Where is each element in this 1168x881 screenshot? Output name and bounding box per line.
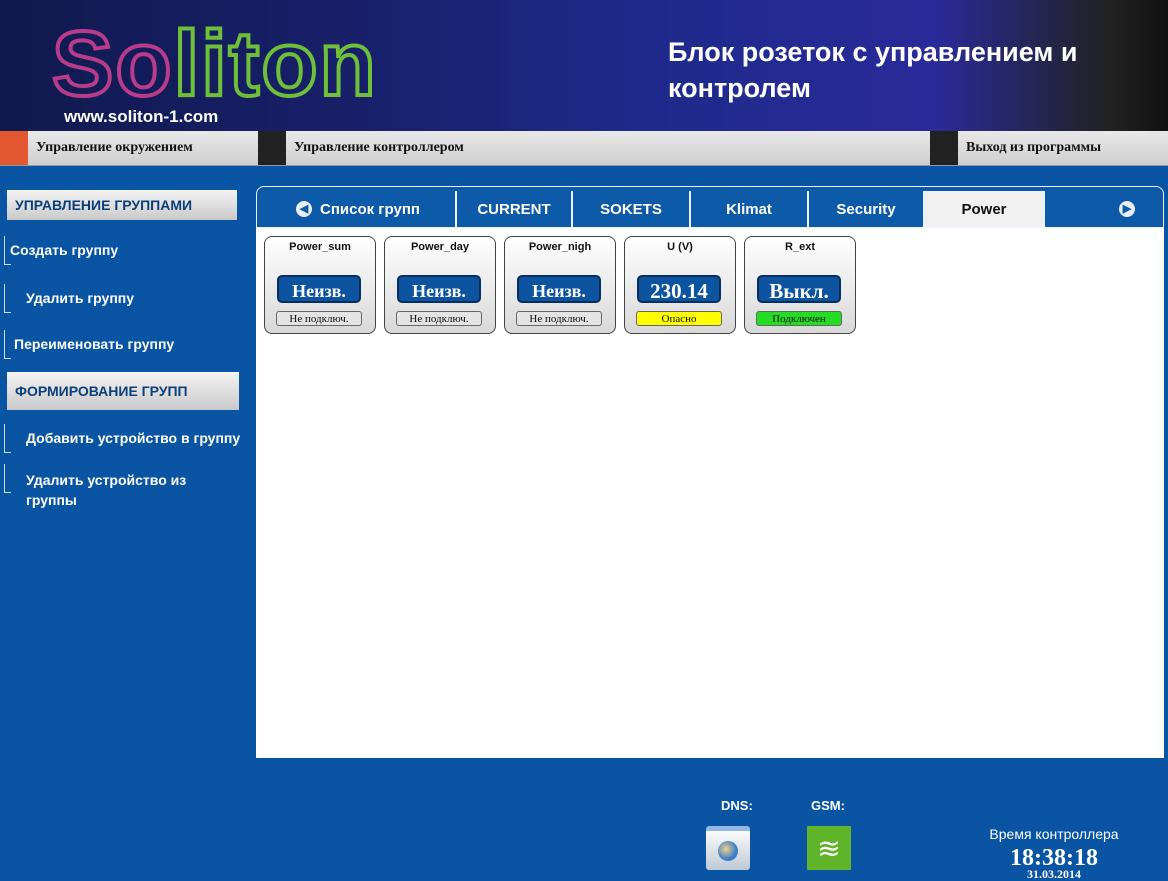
widget-label: R_ext: [785, 241, 815, 253]
widget-value: Выкл.: [757, 275, 841, 303]
tab-klimat[interactable]: Klimat: [691, 191, 809, 227]
widget-label: Power_nigh: [528, 241, 592, 253]
widget-r-ext[interactable]: R_ext Выкл. Подключен: [744, 236, 856, 334]
menu-label: Выход из программы: [966, 140, 1102, 155]
widget-status: Не подключ.: [396, 311, 482, 326]
menu-square-icon: [930, 131, 958, 165]
widget-voltage[interactable]: U (V) 230.14 Опасно: [624, 236, 736, 334]
widget-value: Неизв.: [277, 275, 361, 303]
site-url: www.soliton-1.com: [64, 107, 219, 126]
widget-label: Power_day: [410, 241, 470, 253]
tab-security[interactable]: Security: [809, 191, 925, 227]
dns-label: DNS:: [721, 798, 753, 813]
tab-label: Список групп: [320, 200, 420, 218]
menu-controller-control[interactable]: Управление контроллером: [258, 131, 464, 165]
controller-time-label: Время контроллера: [989, 826, 1119, 842]
sidebar-item-rename-group[interactable]: Переименовать группу: [0, 330, 256, 359]
widget-status: Не подключ.: [276, 311, 362, 326]
page-title: Блок розеток с управлением и контролем: [668, 37, 1078, 103]
wifi-signal-icon[interactable]: ≋: [807, 826, 851, 870]
globe-icon[interactable]: [706, 826, 750, 870]
tab-power[interactable]: Power: [925, 191, 1045, 227]
widget-power-day[interactable]: Power_day Неизв. Не подключ.: [384, 236, 496, 334]
widget-power-sum[interactable]: Power_sum Неизв. Не подключ.: [264, 236, 376, 334]
sidebar-item-delete-group[interactable]: Удалить группу: [0, 284, 256, 313]
widget-status: Опасно: [636, 311, 722, 326]
app-header: Soliton www.soliton-1.com Блок розеток с…: [0, 0, 1168, 131]
tab-groups-list[interactable]: ◀ Список групп: [261, 191, 457, 227]
sidebar-item-create-group[interactable]: Создать группу: [0, 236, 256, 265]
tab-current[interactable]: CURRENT: [457, 191, 573, 227]
widget-value: Неизв.: [397, 275, 481, 303]
sidebar-item-add-device[interactable]: Добавить устройство в группу: [0, 424, 256, 453]
arrow-right-icon[interactable]: ▶: [1119, 201, 1135, 217]
menu-label: Управление контроллером: [294, 140, 464, 155]
widget-value: 230.14: [637, 275, 721, 303]
sidebar: УПРАВЛЕНИЕ ГРУППАМИ Создать группу Удали…: [0, 190, 256, 510]
top-menu: Управление окружением Управление контрол…: [0, 131, 1168, 166]
tab-sokets[interactable]: SOKETS: [573, 191, 691, 227]
controller-date: 31.03.2014: [1027, 867, 1081, 881]
widget-status: Подключен: [756, 311, 842, 326]
soliton-logo: Soliton: [50, 13, 378, 115]
menu-square-icon: [258, 131, 286, 165]
menu-environment-control[interactable]: Управление окружением: [0, 131, 193, 165]
tab-bar: ◀ Список групп CURRENT SOKETS Klimat Sec…: [256, 186, 1164, 228]
widget-status: Не подключ.: [516, 311, 602, 326]
menu-exit-program[interactable]: Выход из программы: [930, 131, 1101, 165]
arrow-left-icon[interactable]: ◀: [296, 201, 313, 217]
menu-square-icon: [0, 131, 28, 165]
gsm-label: GSM:: [811, 798, 845, 813]
sidebar-item-remove-device[interactable]: Удалить устройство из группы: [0, 464, 216, 510]
menu-label: Управление окружением: [36, 140, 193, 155]
widget-power-night[interactable]: Power_nigh Неизв. Не подключ.: [504, 236, 616, 334]
widget-panel: Power_sum Неизв. Не подключ. Power_day Н…: [256, 228, 1164, 758]
widget-value: Неизв.: [517, 275, 601, 303]
widget-label: Power_sum: [289, 241, 351, 253]
sidebar-section-group-forming: ФОРМИРОВАНИЕ ГРУПП: [7, 372, 239, 410]
sidebar-section-group-management: УПРАВЛЕНИЕ ГРУППАМИ: [7, 190, 237, 220]
widget-label: U (V): [667, 241, 693, 253]
